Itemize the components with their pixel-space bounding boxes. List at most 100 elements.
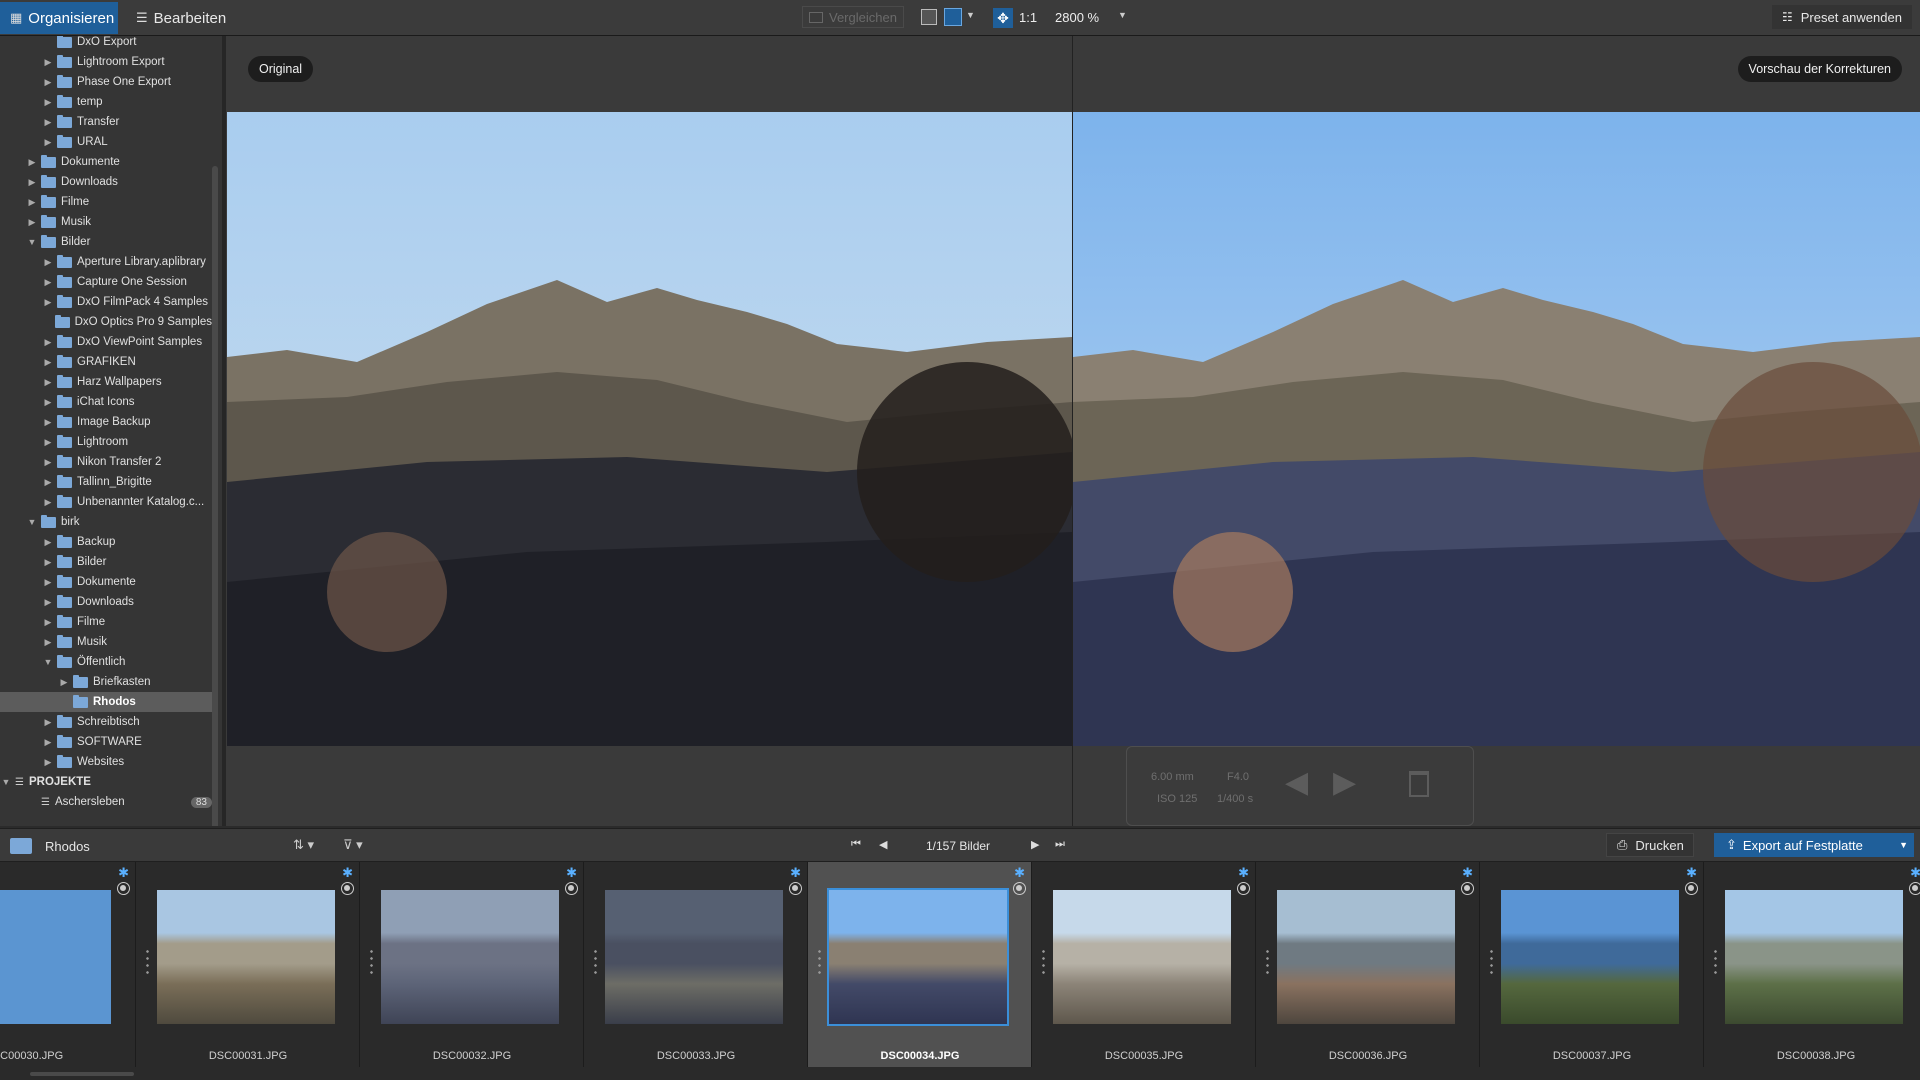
sidebar-item[interactable]: ▶ Briefkasten [0,672,212,692]
sidebar-item[interactable]: ▶ Schreibtisch [0,712,212,732]
sidebar-item[interactable]: ▶ URAL [0,132,212,152]
compare-button[interactable]: Vergleichen [802,6,904,28]
collapsed-arrow-icon[interactable]: ▶ [42,137,54,148]
sidebar-item[interactable]: ▶ Downloads [0,172,212,192]
filter-icon[interactable]: ⊽ ▾ [343,837,363,853]
expanded-arrow-icon[interactable]: ▼ [26,237,38,247]
thumbnail-image[interactable] [1725,890,1903,1024]
drag-handle-icon[interactable] [1042,948,1045,978]
prev-icon[interactable]: ◀ [879,838,887,851]
star-icon[interactable]: ✱ [342,865,353,881]
sidebar-item[interactable]: ☰ Aschersleben 83 [0,792,212,812]
sidebar-item[interactable]: ▶ Aperture Library.aplibrary [0,252,212,272]
expanded-arrow-icon[interactable]: ▼ [0,777,12,787]
sidebar-item[interactable]: ▶ Websites [0,752,212,772]
thumbnail-image[interactable] [605,890,783,1024]
sidebar-item[interactable]: ▶ Dokumente [0,152,212,172]
export-dropdown-icon[interactable]: ▼ [1899,840,1908,850]
filmstrip-item[interactable]: ✱ DSC00032.JPG [360,862,584,1067]
collapsed-arrow-icon[interactable]: ▶ [42,577,54,588]
expanded-arrow-icon[interactable]: ▼ [42,657,54,667]
sidebar-item[interactable]: ▶ Transfer [0,112,212,132]
collapsed-arrow-icon[interactable]: ▶ [42,617,54,628]
sidebar-item[interactable]: ▶ Phase One Export [0,72,212,92]
drag-handle-icon[interactable] [818,948,821,978]
star-icon[interactable]: ✱ [1686,865,1697,881]
collapsed-arrow-icon[interactable]: ▶ [42,417,54,428]
first-image-icon[interactable]: ⏮ [851,838,861,851]
filmstrip-item[interactable]: ✱ DSC00035.JPG [1032,862,1256,1067]
single-view-icon[interactable] [921,9,937,25]
sidebar-item[interactable]: ▶ Nikon Transfer 2 [0,452,212,472]
collapsed-arrow-icon[interactable]: ▶ [42,637,54,648]
filmstrip-item[interactable]: ✱ DSC00037.JPG [1480,862,1704,1067]
export-button[interactable]: ⇪ Export auf Festplatte ▼ [1714,833,1914,857]
collapsed-arrow-icon[interactable]: ▶ [42,377,54,388]
sidebar-item[interactable]: ▶ iChat Icons [0,392,212,412]
star-icon[interactable]: ✱ [1238,865,1249,881]
star-icon[interactable]: ✱ [1910,865,1920,881]
prev-image-icon[interactable]: ◀ [1285,765,1308,800]
filmstrip-item[interactable]: ✱ DSC00031.JPG [136,862,360,1067]
sidebar-item[interactable]: DxO Export [0,36,212,52]
collapsed-arrow-icon[interactable]: ▶ [26,157,38,168]
zoom-level[interactable]: 2800 % [1055,10,1099,25]
select-circle-icon[interactable] [789,882,802,895]
sidebar-item[interactable]: ▶ Unbenannter Katalog.c... [0,492,212,512]
filmstrip-item[interactable]: ✱ DSC00036.JPG [1256,862,1480,1067]
select-circle-icon[interactable] [1461,882,1474,895]
collapsed-arrow-icon[interactable]: ▶ [26,197,38,208]
sidebar-item[interactable]: ▼ Öffentlich [0,652,212,672]
split-view-icon[interactable] [944,8,962,26]
collapsed-arrow-icon[interactable]: ▶ [42,257,54,268]
sidebar-item[interactable]: ▶ DxO ViewPoint Samples [0,332,212,352]
sort-icon[interactable]: ⇅ ▾ [293,837,314,853]
thumbnail-image[interactable] [1501,890,1679,1024]
sidebar-item[interactable]: ▼ Bilder [0,232,212,252]
sidebar-item[interactable]: ▼ ☰ PROJEKTE [0,772,212,792]
zoom-1-1-button[interactable]: 1:1 [1019,10,1037,25]
drag-handle-icon[interactable] [594,948,597,978]
collapsed-arrow-icon[interactable]: ▶ [42,277,54,288]
drag-handle-icon[interactable] [1266,948,1269,978]
filmstrip-item[interactable]: ✱ DSC00034.JPG [808,862,1032,1067]
filmstrip-item[interactable]: ✱ DSC00030.JPG [0,862,136,1067]
sidebar-item[interactable]: ▶ GRAFIKEN [0,352,212,372]
sidebar-item[interactable]: ▶ temp [0,92,212,112]
collapsed-arrow-icon[interactable]: ▶ [42,57,54,68]
sidebar-item[interactable]: ▼ birk [0,512,212,532]
collapsed-arrow-icon[interactable]: ▶ [42,337,54,348]
move-tool-icon[interactable]: ✥ [993,8,1013,28]
thumbnail-image[interactable] [381,890,559,1024]
collapsed-arrow-icon[interactable]: ▶ [42,117,54,128]
collapsed-arrow-icon[interactable]: ▶ [42,737,54,748]
collapsed-arrow-icon[interactable]: ▶ [42,757,54,768]
thumbnail-image[interactable] [157,890,335,1024]
collapsed-arrow-icon[interactable]: ▶ [42,357,54,368]
sidebar-item[interactable]: ▶ SOFTWARE [0,732,212,752]
collapsed-arrow-icon[interactable]: ▶ [42,557,54,568]
collapsed-arrow-icon[interactable]: ▶ [42,597,54,608]
select-circle-icon[interactable] [565,882,578,895]
trash-icon[interactable] [1409,771,1429,797]
thumbnail-image[interactable] [1277,890,1455,1024]
drag-handle-icon[interactable] [1490,948,1493,978]
tab-edit[interactable]: ☰ Bearbeiten [126,2,244,34]
sidebar-item[interactable]: ▶ Musik [0,632,212,652]
thumbnail-image[interactable] [0,890,111,1024]
print-button[interactable]: ⎙ Drucken [1606,833,1694,857]
tab-organize[interactable]: ▦ Organisieren [0,2,118,34]
collapsed-arrow-icon[interactable]: ▶ [42,437,54,448]
star-icon[interactable]: ✱ [118,865,129,881]
star-icon[interactable]: ✱ [1014,865,1025,881]
star-icon[interactable]: ✱ [1462,865,1473,881]
drag-handle-icon[interactable] [370,948,373,978]
filmstrip-item[interactable]: ✱ DSC00038.JPG [1704,862,1920,1067]
select-circle-icon[interactable] [341,882,354,895]
sidebar-item[interactable]: ▶ DxO FilmPack 4 Samples [0,292,212,312]
sidebar-item[interactable]: ▶ Lightroom Export [0,52,212,72]
sidebar-item[interactable]: ▶ Image Backup [0,412,212,432]
select-circle-icon[interactable] [1237,882,1250,895]
collapsed-arrow-icon[interactable]: ▶ [42,497,54,508]
sidebar-item[interactable]: DxO Optics Pro 9 Samples [0,312,212,332]
